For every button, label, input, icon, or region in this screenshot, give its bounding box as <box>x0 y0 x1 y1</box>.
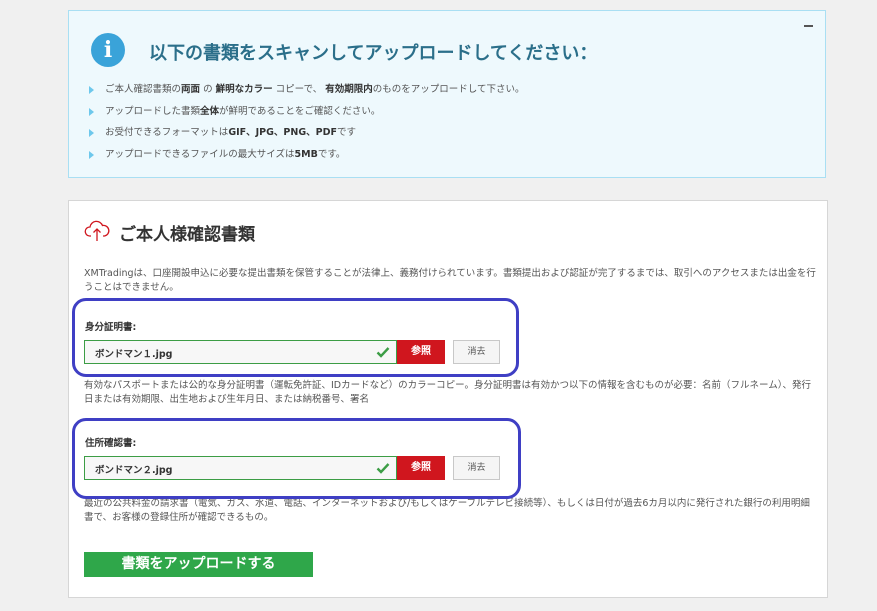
instructions-box: i 以下の書類をスキャンしてアップロードしてください： ご本人確認書類の両面 の… <box>68 10 826 178</box>
upload-documents-button[interactable]: 書類をアップロードする <box>84 552 313 577</box>
panel-title: ご本人様確認書類 <box>119 225 255 245</box>
cloud-upload-icon <box>84 220 110 241</box>
identity-documents-panel: ご本人様確認書類 XMTradingは、口座開設申込に必要な提出書類を保管するこ… <box>68 200 828 598</box>
instructions-title: 以下の書類をスキャンしてアップロードしてください： <box>149 43 598 64</box>
instructions-list: ご本人確認書類の両面 の 鮮明なカラー コピーで、 有効期限内のものをアップロー… <box>89 83 524 169</box>
address-document-highlight <box>72 418 521 499</box>
list-item: ご本人確認書類の両面 の 鮮明なカラー コピーで、 有効期限内のものをアップロー… <box>89 83 524 105</box>
list-item: お受付できるフォーマットはGIF、JPG、PNG、PDFです <box>89 126 524 148</box>
list-item: アップロードした書類全体が鮮明であることをご確認ください。 <box>89 105 524 127</box>
list-item: アップロードできるファイルの最大サイズは5MBです。 <box>89 148 524 170</box>
id-document-help-text: 有効なパスポートまたは公的な身分証明書（運転免許証、IDカードなど）のカラーコピ… <box>84 380 811 405</box>
panel-description: XMTradingは、口座開設申込に必要な提出書類を保管することが法律上、義務付… <box>84 268 816 293</box>
collapse-icon[interactable] <box>804 25 813 27</box>
id-document-highlight <box>72 298 519 377</box>
info-icon: i <box>91 33 125 67</box>
address-document-help-text: 最近の公共料金の請求書（電気、ガス、水道、電話、インターネットおよび/もしくはケ… <box>84 498 810 523</box>
